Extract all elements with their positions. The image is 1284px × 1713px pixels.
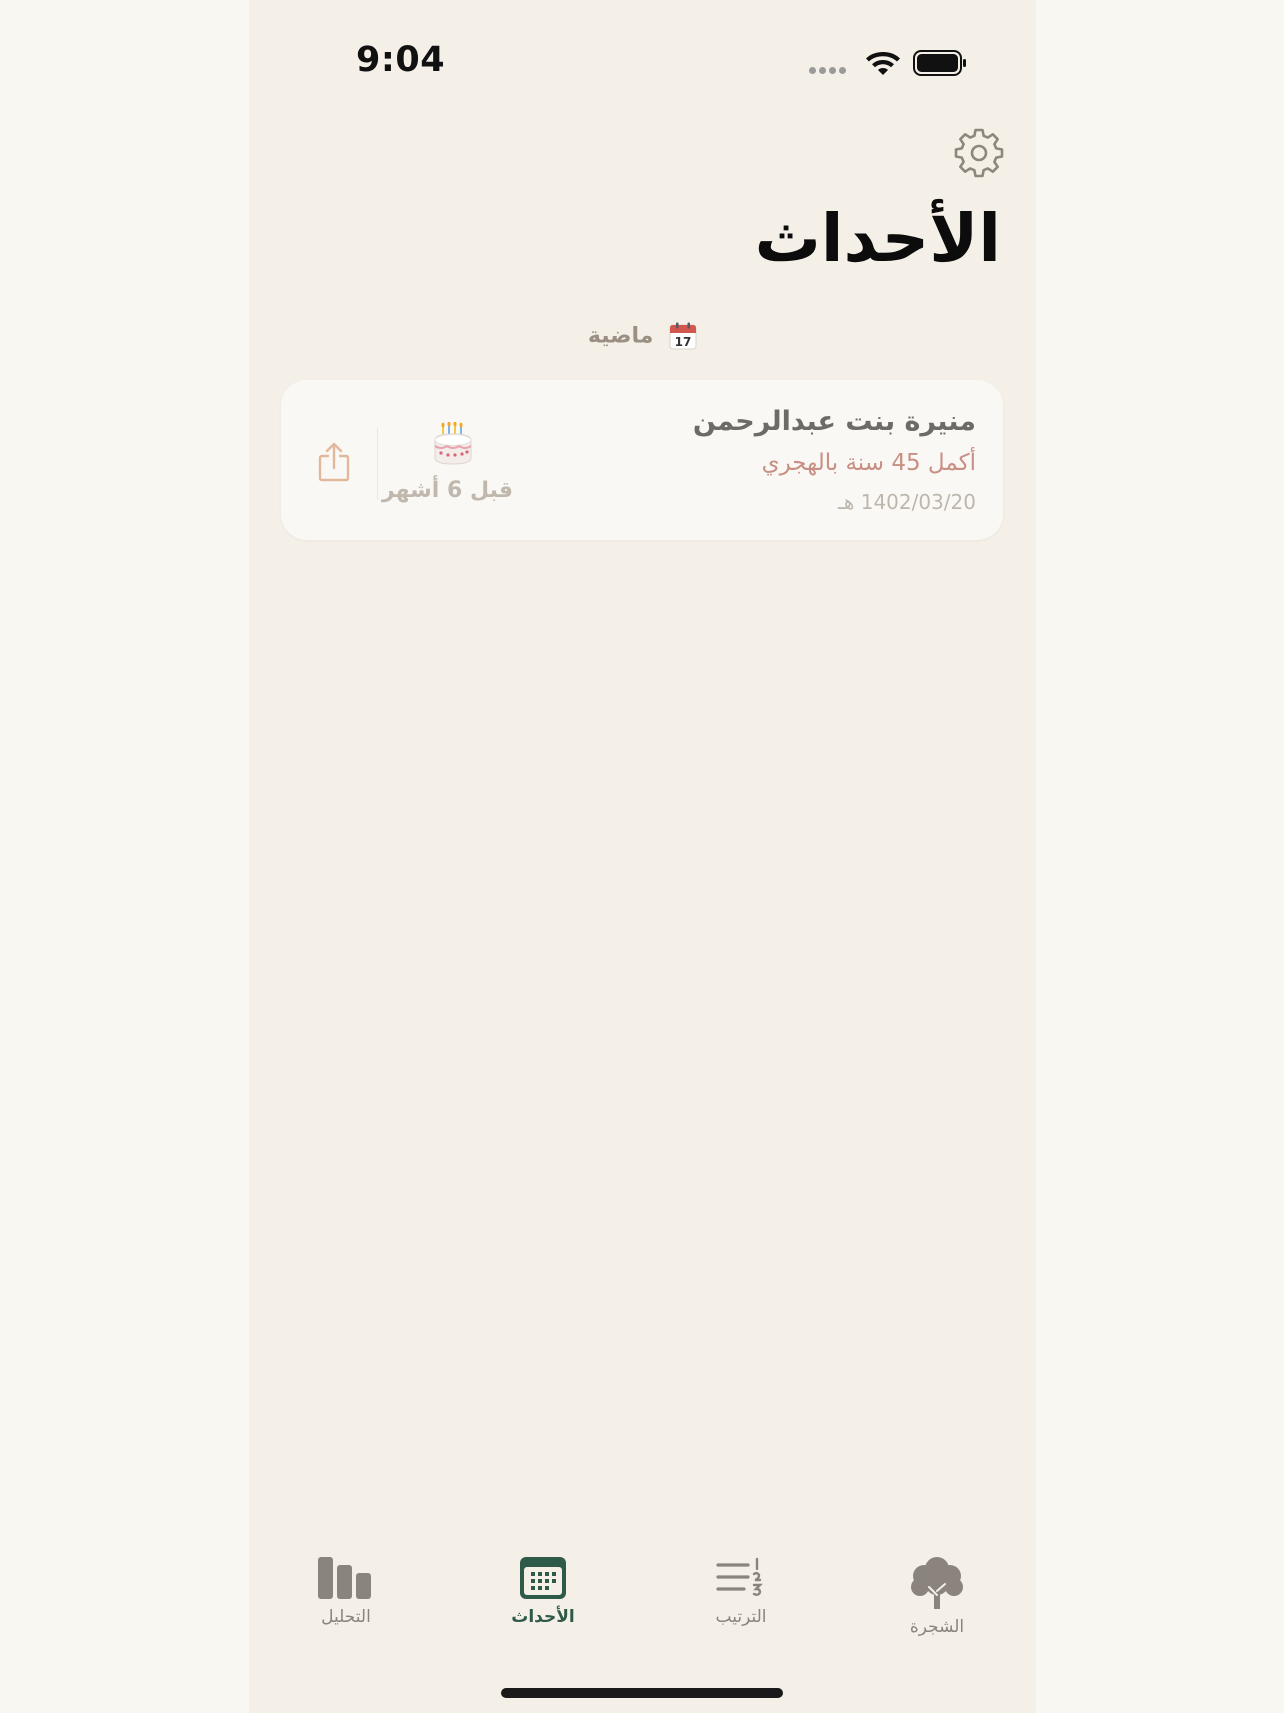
tree-icon bbox=[911, 1557, 963, 1609]
wifi-icon bbox=[866, 52, 900, 75]
calendar-icon: 17 bbox=[669, 322, 697, 350]
tab-bar: التحليل الأحداث الترتيب الشجرة bbox=[249, 1555, 1036, 1665]
event-card[interactable]: منيرة بنت عبدالرحمن أكمل 45 سنة بالهجري … bbox=[281, 380, 1003, 540]
status-indicators bbox=[809, 44, 989, 84]
ordered-list-icon bbox=[716, 1557, 763, 1596]
tab-events[interactable]: الأحداث bbox=[468, 1555, 618, 1655]
tab-tree[interactable]: الشجرة bbox=[862, 1555, 1012, 1655]
tab-analysis[interactable]: التحليل bbox=[271, 1555, 421, 1655]
card-divider bbox=[377, 428, 378, 500]
section-label: ماضية bbox=[587, 323, 654, 349]
share-icon[interactable] bbox=[317, 442, 351, 482]
event-relative-time: قبل 6 أشهر bbox=[381, 478, 513, 503]
event-person-name: منيرة بنت عبدالرحمن bbox=[692, 406, 976, 437]
app-screen: 9:04 الأحداث 17 ماضية منيرة بنت عبدالرحم… bbox=[249, 0, 1036, 1713]
tab-events-label: الأحداث bbox=[511, 1607, 575, 1627]
tab-tree-label: الشجرة bbox=[909, 1617, 965, 1637]
gear-icon[interactable] bbox=[954, 128, 1004, 178]
section-header-past: 17 ماضية bbox=[249, 322, 1036, 350]
battery-icon bbox=[913, 50, 966, 76]
cellular-signal-icon bbox=[809, 67, 849, 74]
status-time: 9:04 bbox=[356, 40, 446, 80]
home-indicator[interactable] bbox=[501, 1688, 783, 1698]
birthday-cake-icon bbox=[434, 422, 472, 465]
calendar-day: 17 bbox=[675, 335, 692, 349]
tab-ranking[interactable]: الترتيب bbox=[666, 1555, 816, 1655]
page-title: الأحداث bbox=[754, 200, 1001, 277]
tab-ranking-label: الترتيب bbox=[715, 1607, 767, 1627]
tab-analysis-label: التحليل bbox=[321, 1607, 371, 1627]
event-date: 1402/03/20 هـ bbox=[837, 490, 976, 514]
bar-chart-icon bbox=[318, 1557, 371, 1599]
event-description: أكمل 45 سنة بالهجري bbox=[761, 450, 976, 476]
calendar-grid-icon bbox=[520, 1557, 566, 1599]
